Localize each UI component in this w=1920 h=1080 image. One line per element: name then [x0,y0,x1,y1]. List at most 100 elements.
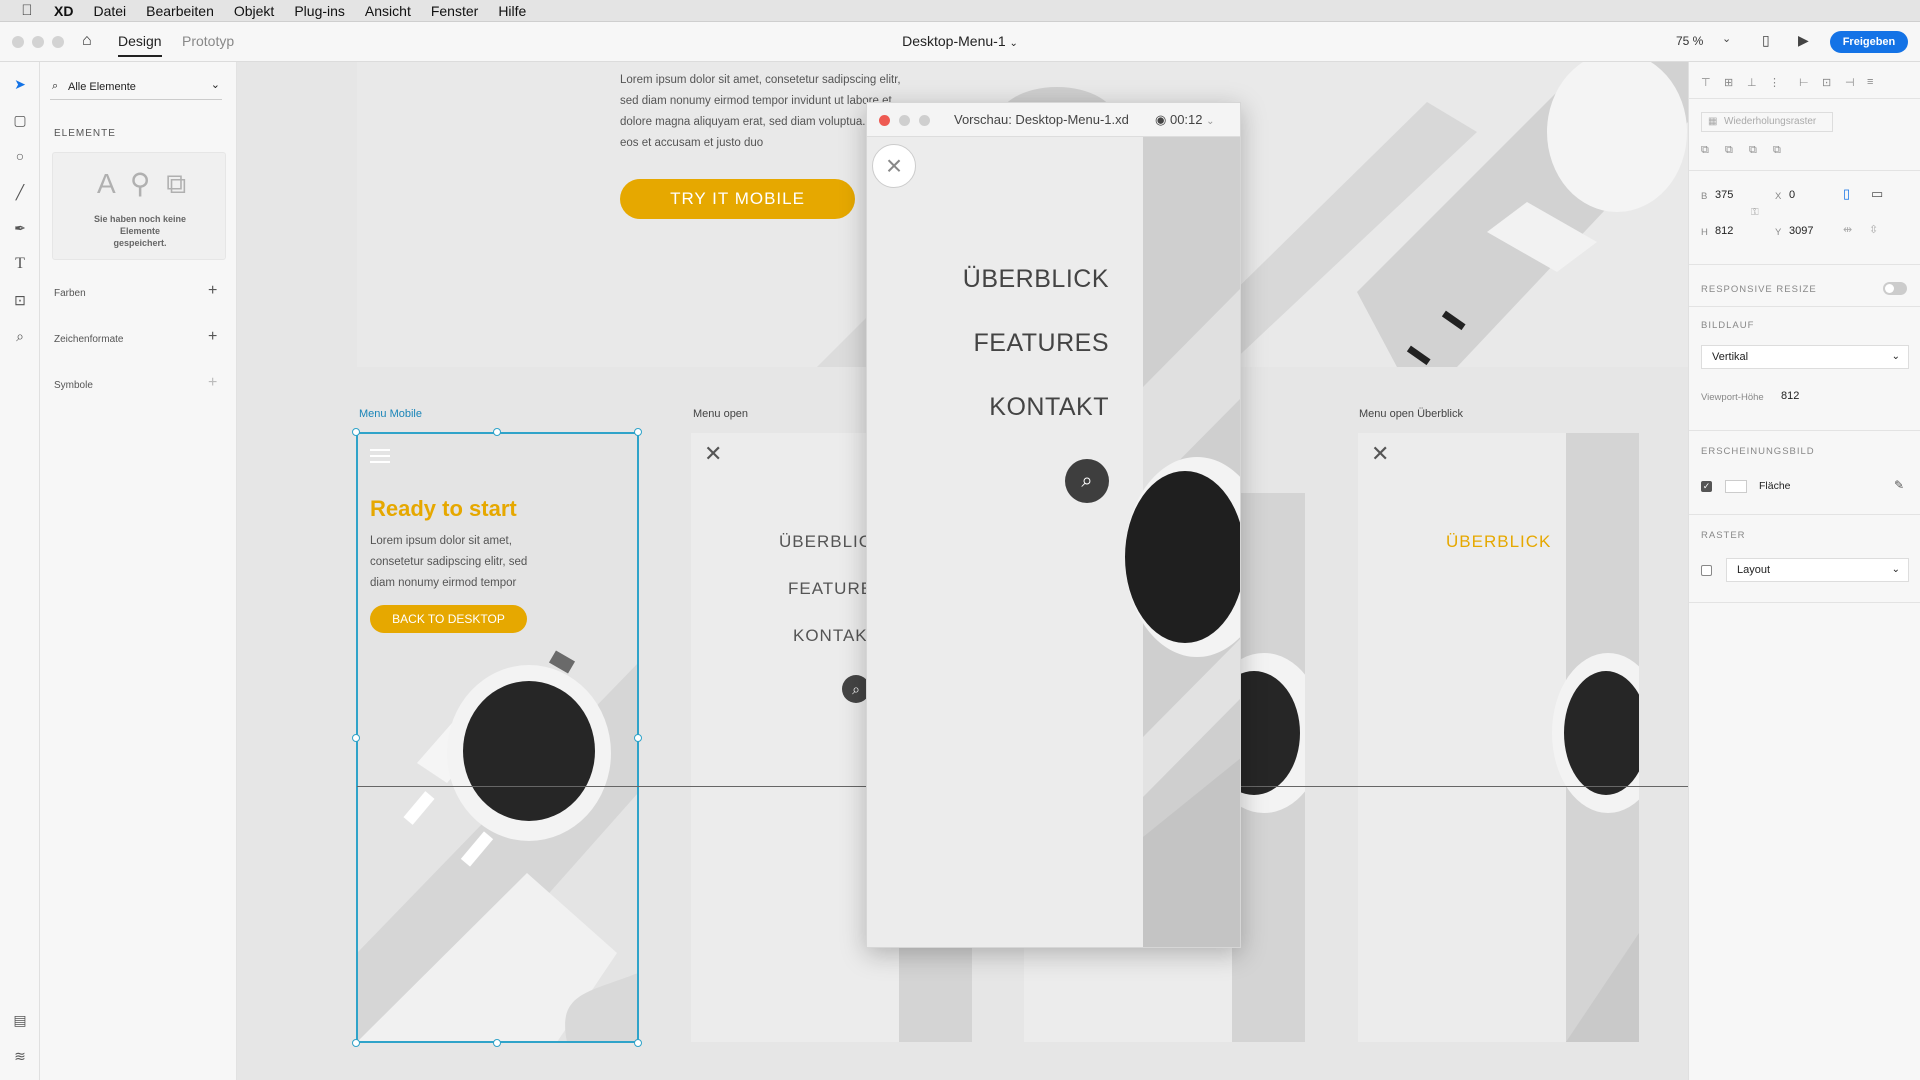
distribute-vertical-icon[interactable]: ⋮ [1769,76,1781,89]
fill-checkbox[interactable]: ✓ [1701,481,1712,492]
divider [1689,602,1920,603]
zoom-tool-icon[interactable]: ⌕ [10,326,30,346]
align-middle-icon[interactable]: ⊞ [1724,76,1736,89]
artboard-menu-open-overview[interactable]: ✕ ÜBERBLICK [1358,433,1639,1042]
lock-aspect-icon[interactable]: ⚿ [1751,207,1759,218]
elements-heading: ELEMENTE [54,128,116,139]
repeat-grid-button[interactable]: ▦ Wiederholungsraster [1701,112,1833,132]
close-menu-icon[interactable]: ✕ [1371,441,1389,467]
device-preview-icon[interactable]: ▯ [1762,32,1770,49]
preview-menu-ueberblick[interactable]: ÜBERBLICK [963,265,1109,294]
resize-handle[interactable] [634,1039,642,1047]
add-char-style-button[interactable]: + [208,328,217,346]
text-tool-icon[interactable]: T [10,254,30,274]
share-button[interactable]: Freigeben [1830,31,1908,53]
artboard-label-menu-mobile[interactable]: Menu Mobile [359,408,422,420]
scroll-dropdown[interactable]: Vertikal ⌄ [1701,345,1909,369]
x-label: X [1775,191,1783,202]
menu-plugins[interactable]: Plug-ins [294,3,345,19]
add-color-button[interactable]: + [208,282,217,300]
y-label: Y [1775,227,1783,238]
apple-menu-icon[interactable]:  [0,2,54,19]
resize-handle[interactable] [352,1039,360,1047]
search-icon: ⌕ [52,80,59,92]
menu-objekt[interactable]: Objekt [234,3,274,19]
line-tool-icon[interactable]: ╱ [10,182,30,202]
boolean-exclude-icon[interactable]: ⧉ [1773,144,1785,156]
fill-color-swatch[interactable] [1725,480,1747,493]
responsive-resize-toggle[interactable] [1883,282,1907,295]
grid-dropdown[interactable]: Layout ⌄ [1726,558,1909,582]
preview-close-button[interactable] [879,115,890,126]
assets-filter-dropdown[interactable]: ⌕ Alle Elemente ⌄ [50,76,222,100]
ellipse-tool-icon[interactable]: ○ [10,146,30,166]
layers-panel-icon[interactable]: ≋ [10,1046,30,1066]
width-field[interactable]: 375 [1715,189,1733,201]
artboard-label-menu-open[interactable]: Menu open [693,408,748,420]
scroll-heading: BILDLAUF [1701,320,1755,331]
close-icon[interactable]: × [872,144,916,188]
distribute-horizontal-icon[interactable]: ≡ [1867,76,1879,88]
menu-datei[interactable]: Datei [93,3,126,19]
menu-ansicht[interactable]: Ansicht [365,3,411,19]
resize-handle[interactable] [634,428,642,436]
portrait-icon[interactable]: ▯ [1843,186,1850,202]
menu-fenster[interactable]: Fenster [431,3,478,19]
resize-handle[interactable] [634,734,642,742]
flip-vertical-icon[interactable]: ⇳ [1869,223,1878,236]
grid-checkbox[interactable] [1701,565,1712,576]
preview-window[interactable]: Vorschau: Desktop-Menu-1.xd ◉ 00:12 ⌄ × … [866,102,1241,948]
play-icon[interactable]: ▶ [1798,32,1809,49]
resize-handle[interactable] [493,428,501,436]
app-toolbar: ⌂ Design Prototyp Desktop-Menu-1 ⌄ 75 % … [0,22,1920,62]
rectangle-tool-icon[interactable]: ▢ [10,110,30,130]
resize-handle[interactable] [352,428,360,436]
document-title[interactable]: Desktop-Menu-1 ⌄ [0,33,1920,49]
x-field[interactable]: 0 [1789,189,1795,201]
zoom-chevron-icon[interactable]: ⌄ [1722,32,1731,45]
add-symbol-button[interactable]: + [208,374,217,392]
menu-hilfe[interactable]: Hilfe [498,3,526,19]
preview-titlebar[interactable]: Vorschau: Desktop-Menu-1.xd ◉ 00:12 ⌄ [867,103,1240,137]
viewport-height-field[interactable]: 812 [1781,390,1799,402]
record-button[interactable]: ◉ 00:12 ⌄ [1155,112,1215,128]
height-label: H [1701,227,1709,238]
search-icon[interactable]: ⌕ [1065,459,1109,503]
preview-menu-kontakt[interactable]: KONTAKT [989,393,1109,422]
assets-panel-icon[interactable]: ▤ [10,1010,30,1030]
align-left-icon[interactable]: ⊢ [1799,76,1811,89]
align-right-icon[interactable]: ⊣ [1845,76,1857,89]
landscape-icon[interactable]: ▭ [1871,186,1883,202]
menu-bearbeiten[interactable]: Bearbeiten [146,3,214,19]
elements-placeholder-icon: A ⚲ ⧉ [97,168,191,199]
close-menu-icon[interactable]: ✕ [704,441,722,467]
eyedropper-icon[interactable]: ✎ [1894,478,1904,492]
grid-icon: ▦ [1708,116,1718,127]
height-field[interactable]: 812 [1715,225,1733,237]
boolean-add-icon[interactable]: ⧉ [1701,144,1713,156]
menu-item-ueberblick-active[interactable]: ÜBERBLICK [1446,532,1551,552]
boolean-intersect-icon[interactable]: ⧉ [1749,144,1761,156]
tool-rail: ➤ ▢ ○ ╱ ✒ T ⊡ ⌕ ▤ ≋ [0,62,40,1080]
divider [1689,430,1920,431]
preview-title: Vorschau: Desktop-Menu-1.xd [954,112,1129,127]
artboard-tool-icon[interactable]: ⊡ [10,290,30,310]
preview-zoom-button[interactable] [919,115,930,126]
preview-menu-features[interactable]: FEATURES [974,329,1110,358]
select-tool-icon[interactable]: ➤ [10,74,30,94]
resize-handle[interactable] [352,734,360,742]
divider [1689,264,1920,265]
zoom-level[interactable]: 75 % [1676,34,1703,48]
artboard-label-menu-open-overview[interactable]: Menu open Überblick [1359,408,1463,420]
align-top-icon[interactable]: ⊤ [1701,76,1713,89]
flip-horizontal-icon[interactable]: ⇹ [1843,223,1852,236]
align-center-icon[interactable]: ⊡ [1822,76,1834,89]
pen-tool-icon[interactable]: ✒ [10,218,30,238]
resize-handle[interactable] [493,1039,501,1047]
preview-minimize-button[interactable] [899,115,910,126]
boolean-subtract-icon[interactable]: ⧉ [1725,144,1737,156]
y-field[interactable]: 3097 [1789,225,1813,237]
menu-app-xd[interactable]: XD [54,3,73,19]
align-bottom-icon[interactable]: ⊥ [1747,76,1759,89]
try-it-mobile-button[interactable]: TRY IT MOBILE [620,179,855,219]
